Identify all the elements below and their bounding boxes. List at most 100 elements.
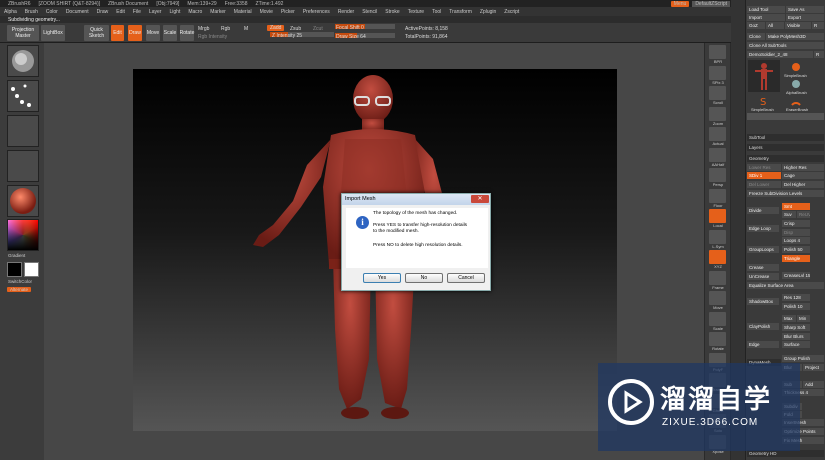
tray-button-xyz[interactable] (709, 250, 726, 264)
menu-zscript[interactable]: Zscript (500, 9, 523, 15)
del-lower-button[interactable]: Del Lower (747, 181, 781, 188)
layers-header[interactable]: Layers (747, 144, 824, 151)
menu-movie[interactable]: Movie (256, 9, 277, 15)
crease-button[interactable]: Crease (747, 264, 779, 271)
max-slider[interactable]: Max (782, 315, 796, 322)
menu-file[interactable]: File (129, 9, 145, 15)
menu-color[interactable]: Color (42, 9, 62, 15)
higher-res-button[interactable]: Higher Res (782, 164, 824, 171)
menu-stencil[interactable]: Stencil (358, 9, 381, 15)
menu-draw[interactable]: Draw (93, 9, 113, 15)
menu-marker[interactable]: Marker (206, 9, 230, 15)
gradient-label[interactable]: Gradient (8, 253, 25, 258)
tray-button-bpr[interactable] (709, 45, 726, 59)
m-toggle[interactable]: M (244, 26, 248, 32)
load-tool-button[interactable]: Load Tool (747, 6, 785, 13)
menu-light[interactable]: Light (165, 9, 184, 15)
edge-button[interactable]: Edge (747, 341, 779, 348)
triangle-toggle[interactable]: Triangle (782, 255, 810, 262)
alpha-thumbnail[interactable] (7, 115, 39, 147)
reuv-toggle[interactable]: ReUV (797, 211, 810, 218)
menu-transform[interactable]: Transform (445, 9, 476, 15)
grouploops-button[interactable]: GroupLoops (747, 246, 779, 253)
subtool-header[interactable]: SubTool (747, 134, 824, 141)
menu-layer[interactable]: Layer (145, 9, 166, 15)
geometry-hd-header[interactable]: Geometry HD (747, 450, 824, 457)
switchcolor-button[interactable]: SwitchColor (8, 279, 32, 284)
no-button[interactable]: No (405, 273, 443, 283)
lightbox-button[interactable]: LightBox (41, 25, 65, 41)
tray-button-frame[interactable] (709, 270, 726, 285)
eraserbrush-thumbnail-icon[interactable] (790, 96, 802, 106)
menu-brush[interactable]: Brush (21, 9, 42, 15)
claypolish-button[interactable]: ClayPolish (747, 323, 779, 330)
projection-master-button[interactable]: Projection Master (7, 25, 39, 41)
menu-macro[interactable]: Macro (184, 9, 206, 15)
tool-name-r-button[interactable]: R (814, 51, 824, 58)
edit-button[interactable]: Edit (111, 25, 124, 41)
rgb-intensity-slider[interactable]: Rgb Intensity (198, 34, 227, 40)
main-color-swatch[interactable] (7, 262, 22, 277)
alphabrush-thumbnail-icon[interactable] (790, 79, 802, 89)
project-toggle[interactable]: Project (803, 364, 824, 371)
mrgb-toggle[interactable]: Mrgb (198, 26, 209, 32)
add-toggle[interactable]: Add (803, 381, 824, 388)
group-polish-button[interactable]: Group Polish (782, 355, 824, 362)
clone-button[interactable]: Clone (747, 33, 765, 40)
quick-sketch-button[interactable]: Quick Sketch (84, 25, 109, 41)
menu-alpha[interactable]: Alpha (0, 9, 21, 15)
tray-button-aahalf[interactable] (709, 147, 726, 162)
lower-res-button[interactable]: Lower Res (747, 164, 781, 171)
menu-zplugin[interactable]: Zplugin (476, 9, 500, 15)
sdiv-slider[interactable]: SDiv 1 (747, 172, 781, 179)
del-higher-button[interactable]: Del Higher (782, 181, 824, 188)
scale-button[interactable]: Scale (163, 25, 177, 41)
current-tool-thumbnail[interactable] (748, 60, 780, 92)
menu-render[interactable]: Render (334, 9, 358, 15)
move-button[interactable]: Move (146, 25, 160, 41)
goz-all-button[interactable]: All (766, 22, 784, 29)
tray-button-scroll[interactable] (709, 86, 726, 100)
polish-slider[interactable]: Polish 50 (782, 246, 810, 253)
secondary-color-swatch[interactable] (24, 262, 39, 277)
loops-slider[interactable]: Loops 4 (782, 237, 810, 244)
zadd-toggle[interactable]: Zadd (267, 25, 285, 31)
draw-button[interactable]: Draw (128, 25, 142, 41)
menu-picker[interactable]: Picker (277, 9, 299, 15)
menu-document[interactable]: Document (62, 9, 93, 15)
simplebrush2-thumbnail-icon[interactable]: S (758, 96, 770, 108)
disp-toggle[interactable]: Disp (782, 229, 810, 236)
menu-stroke[interactable]: Stroke (381, 9, 403, 15)
menus-toggle-button[interactable]: Menu (670, 0, 690, 7)
cancel-button[interactable]: Cancel (447, 273, 485, 283)
material-thumbnail[interactable] (7, 185, 39, 217)
smt-toggle[interactable]: Smt (782, 203, 810, 210)
sharp-soft-slider[interactable]: Sharp Soft (782, 324, 810, 331)
shadowbox-button[interactable]: ShadowBox (747, 298, 779, 305)
tray-button-actual[interactable] (709, 127, 726, 141)
rotate-button[interactable]: Rotate (180, 25, 194, 41)
res-slider[interactable]: Res 128 (782, 294, 810, 301)
tray-button-persp[interactable] (709, 168, 726, 182)
save-as-button[interactable]: Save As (786, 6, 824, 13)
default-zscript-button[interactable]: DefaultZScript (692, 0, 730, 7)
make-polymesh-button[interactable]: Make PolyMesh3D (766, 33, 824, 40)
clone-all-subtools-button[interactable]: Clone All SubTools (747, 42, 824, 49)
alternate-button[interactable]: Alternate (7, 287, 32, 292)
simplebrush-thumbnail-icon[interactable] (790, 62, 802, 72)
geometry-header[interactable]: Geometry (747, 155, 824, 162)
export-button[interactable]: Export (786, 14, 824, 21)
tray-button-local[interactable] (709, 209, 726, 223)
menu-texture[interactable]: Texture (404, 9, 428, 15)
shadowbox-polish-slider[interactable]: Polish 10 (782, 303, 810, 310)
tray-button-rotate[interactable] (709, 332, 726, 346)
goz-button[interactable]: GoZ (747, 22, 765, 29)
dialog-close-icon[interactable]: ✕ (471, 195, 489, 203)
visible-button[interactable]: Visible (785, 22, 811, 29)
suv-toggle[interactable]: Suv (782, 211, 796, 218)
equalize-surface-area-button[interactable]: Equalize Surface Area (747, 282, 824, 289)
edge-loop-button[interactable]: Edge Loop (747, 225, 779, 232)
menu-tool[interactable]: Tool (428, 9, 445, 15)
uncrease-button[interactable]: UnCrease (747, 273, 779, 280)
import-button[interactable]: Import (747, 14, 785, 21)
